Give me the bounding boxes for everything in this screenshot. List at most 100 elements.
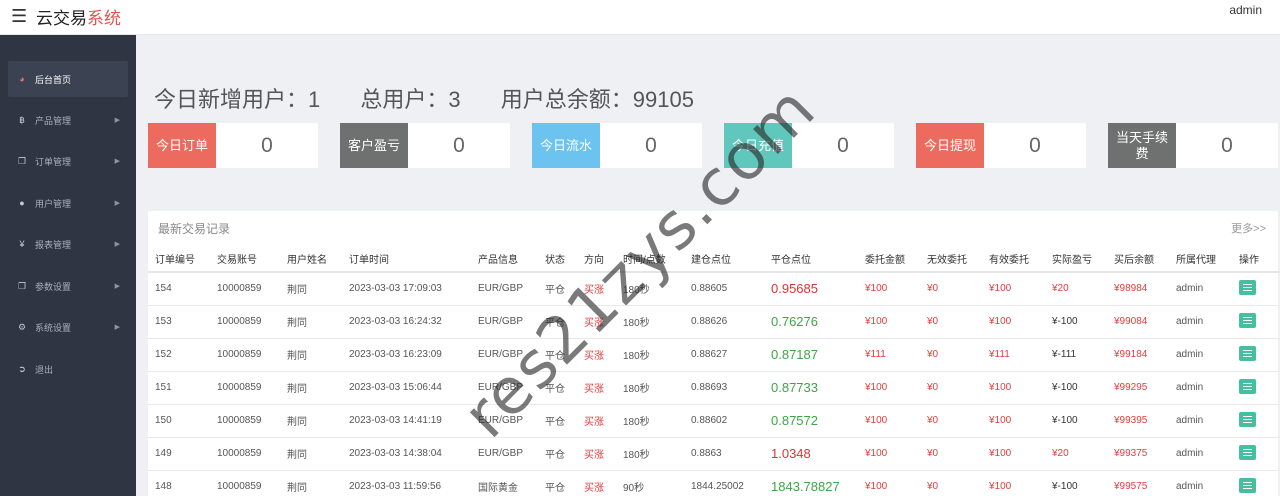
list-icon[interactable] — [1239, 477, 1256, 493]
action-cell — [1232, 305, 1280, 339]
table-header: 订单编号 交易账号 用户姓名 订单时间 产品信息 状态 方向 时间/点数 建仓点位 平仓点位 委托金… — [148, 245, 1280, 273]
stat-card: 当天手续费 0 — [1108, 123, 1278, 168]
table-cell: ¥100 — [982, 470, 1045, 496]
column-header: 用户姓名 — [280, 245, 342, 273]
table-cell: 0.88693 — [684, 371, 764, 405]
table-cell: 10000859 — [210, 305, 280, 339]
table-cell: admin — [1169, 404, 1232, 438]
sidebar-item-7[interactable]: ➲ 退出 — [8, 351, 128, 387]
table-cell: 买涨 — [577, 404, 616, 438]
stat-card: 今日提现 0 — [916, 123, 1086, 168]
table-cell: ¥0 — [920, 272, 982, 306]
sidebar-item-label: 退出 — [35, 364, 54, 375]
sidebar-item-2[interactable]: ❐ 订单管理 ▶ — [8, 143, 128, 179]
stat-card-label: 当天手续费 — [1108, 123, 1176, 168]
sidebar-item-1[interactable]: ฿ 产品管理 ▶ — [8, 102, 128, 138]
sidebar-item-0[interactable]: ◕ 后台首页 — [8, 61, 128, 97]
list-icon[interactable] — [1239, 345, 1256, 361]
sidebar-item-5[interactable]: ❐ 参数设置 ▶ — [8, 268, 128, 304]
list-icon[interactable] — [1239, 444, 1256, 460]
table-cell: 荆同 — [280, 371, 342, 405]
yen-icon: ¥ — [19, 239, 25, 249]
stat-card: 今日流水 0 — [532, 123, 702, 168]
table-cell: ¥0 — [920, 305, 982, 339]
table-cell: 180秒 — [616, 272, 684, 306]
table-cell: ¥100 — [858, 437, 920, 471]
table-cell: 0.87187 — [764, 338, 858, 372]
table-cell: 180秒 — [616, 437, 684, 471]
table-cell: 1844.25002 — [684, 470, 764, 496]
table-cell: 154 — [148, 272, 210, 306]
table-cell: ¥99375 — [1107, 437, 1169, 471]
list-icon[interactable] — [1239, 312, 1256, 328]
table-cell: 荆同 — [280, 470, 342, 496]
table-row: 154 10000859 荆同 2023-03-03 17:09:03 EUR/GBP 平… — [148, 272, 1280, 306]
table-row: 151 10000859 荆同 2023-03-03 15:06:44 EUR/GBP 平… — [148, 371, 1280, 405]
chevron-right-icon: ▶ — [114, 200, 120, 207]
copy-icon: ❐ — [17, 155, 27, 166]
list-icon[interactable] — [1239, 411, 1256, 427]
table-cell: EUR/GBP — [471, 338, 538, 372]
table-cell: 2023-03-03 11:59:56 — [342, 470, 471, 496]
panel-title: 最新交易记录 — [158, 222, 231, 236]
table-cell: 0.88626 — [684, 305, 764, 339]
sidebar-item-3[interactable]: ● 用户管理 ▶ — [8, 185, 128, 221]
table-cell: 荆同 — [280, 305, 342, 339]
column-header: 实际盈亏 — [1045, 245, 1107, 273]
table-cell: 0.88605 — [684, 272, 764, 306]
stat-card-value: 0 — [1221, 134, 1233, 157]
table-cell: ¥-111 — [1045, 338, 1107, 372]
bitcoin-icon: ฿ — [19, 114, 25, 125]
sidebar-item-6[interactable]: ⚙ 系统设置 ▶ — [8, 309, 128, 345]
table-cell: 买涨 — [577, 470, 616, 496]
list-icon[interactable] — [1239, 378, 1256, 394]
table-cell: 0.88602 — [684, 404, 764, 438]
table-cell: ¥99084 — [1107, 305, 1169, 339]
table-cell: 平仓 — [538, 338, 577, 372]
column-header: 有效委托 — [982, 245, 1045, 273]
stat-card-value: 0 — [261, 134, 273, 157]
sidebar-item-label: 后台首页 — [35, 74, 72, 85]
table-cell: 2023-03-03 14:41:19 — [342, 404, 471, 438]
logout-icon: ➲ — [18, 363, 26, 374]
table-cell: ¥0 — [920, 404, 982, 438]
table-cell: 90秒 — [616, 470, 684, 496]
table-cell: 10000859 — [210, 338, 280, 372]
gears-icon: ⚙ — [17, 321, 27, 332]
table-cell: ¥100 — [982, 305, 1045, 339]
table-cell: 10000859 — [210, 470, 280, 496]
table-cell: 148 — [148, 470, 210, 496]
table-cell: EUR/GBP — [471, 272, 538, 306]
list-icon[interactable] — [1239, 279, 1256, 295]
column-header: 状态 — [538, 245, 577, 273]
table-cell: 买涨 — [577, 338, 616, 372]
table-cell: ¥100 — [982, 272, 1045, 306]
stat-card-label: 客户盈亏 — [340, 123, 408, 168]
table-cell: 180秒 — [616, 404, 684, 438]
stat-card-label: 今日充值 — [724, 123, 792, 168]
table-cell: EUR/GBP — [471, 371, 538, 405]
sidebar-item-4[interactable]: ¥ 报表管理 ▶ — [8, 226, 128, 262]
table-cell: 0.8863 — [684, 437, 764, 471]
user-menu[interactable]: admin — [1229, 3, 1262, 17]
table-cell: 0.87733 — [764, 371, 858, 405]
recent-trades-panel: 最新交易记录 更多>> 订单编号 交易账号 用户姓名 订单时间 产品信息 状态 方向 时间/点… — [148, 211, 1280, 496]
column-header: 订单时间 — [342, 245, 471, 273]
table-cell: 2023-03-03 15:06:44 — [342, 371, 471, 405]
hamburger-icon[interactable]: ☰ — [11, 6, 27, 26]
stats-summary: 今日新增用户：1 总用户：3 用户总余额：99105 — [154, 82, 728, 114]
table-cell: 10000859 — [210, 272, 280, 306]
table-cell: 2023-03-03 16:23:09 — [342, 338, 471, 372]
column-header: 时间/点数 — [616, 245, 684, 273]
more-link[interactable]: 更多>> — [1231, 220, 1266, 236]
chevron-right-icon: ▶ — [114, 158, 120, 165]
table-cell: 买涨 — [577, 305, 616, 339]
table-cell: ¥0 — [920, 338, 982, 372]
table-cell: 买涨 — [577, 272, 616, 306]
table-cell: 10000859 — [210, 371, 280, 405]
top-bar: ☰ 云交易系统 admin — [0, 0, 1280, 35]
dashboard-icon: ◕ — [19, 74, 25, 84]
table-cell: 0.88627 — [684, 338, 764, 372]
chevron-right-icon: ▶ — [114, 241, 120, 248]
sidebar-item-label: 用户管理 — [35, 198, 72, 209]
